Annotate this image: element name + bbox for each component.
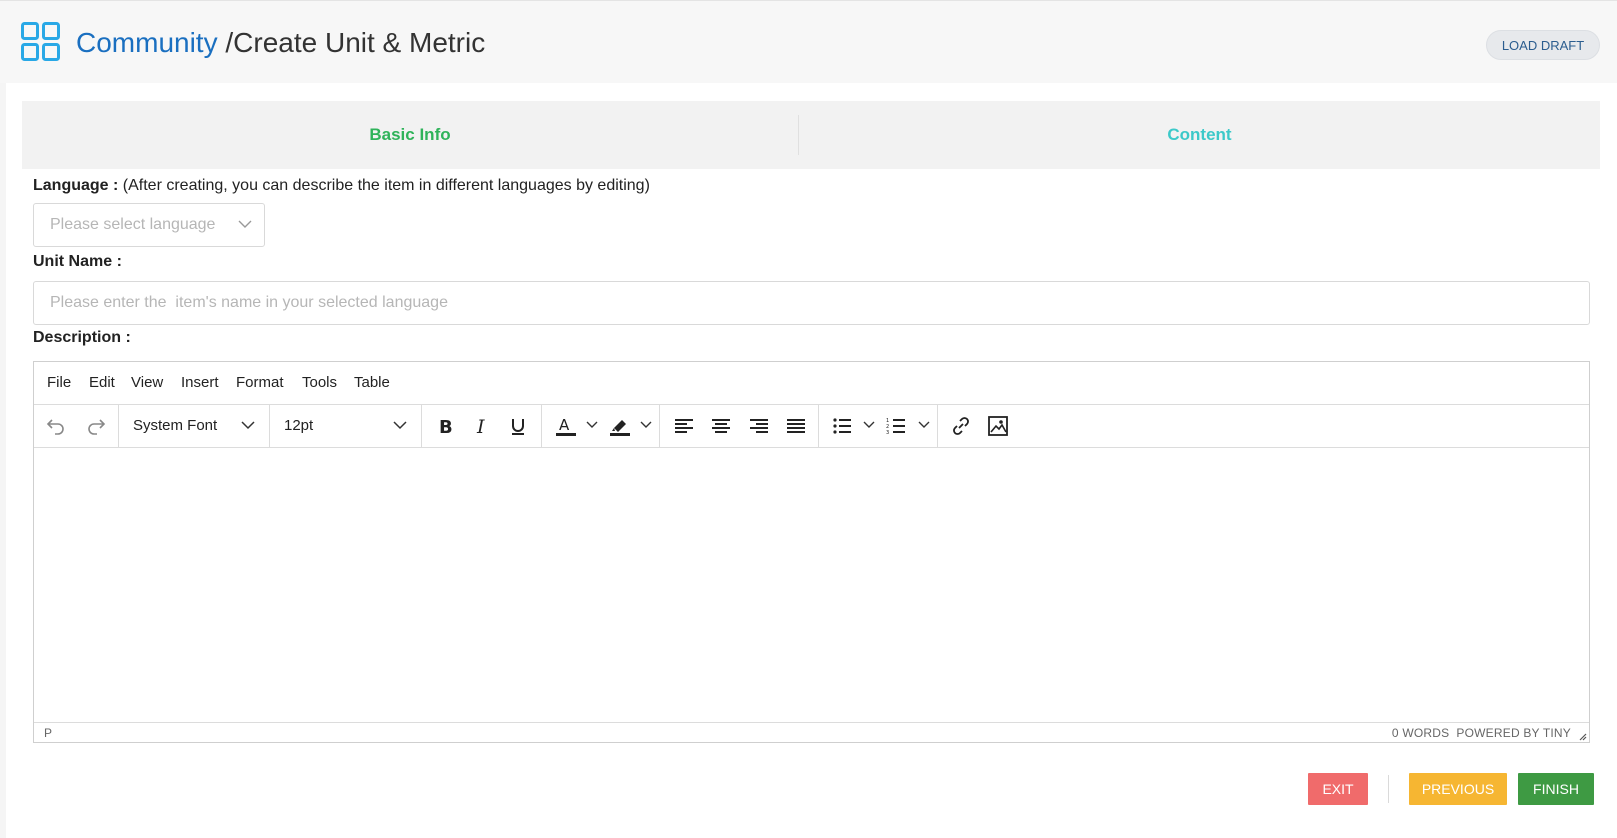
chevron-down-icon [393, 421, 407, 430]
language-hint: (After creating, you can describe the it… [118, 177, 650, 194]
chevron-down-icon[interactable] [586, 420, 598, 429]
step-tabs: Basic Info Content [22, 101, 1600, 169]
exit-button[interactable]: EXIT [1308, 773, 1368, 805]
description-label: Description : [33, 329, 131, 346]
toolbar-separator [421, 404, 422, 447]
menu-format[interactable]: Format [236, 374, 284, 391]
link-icon[interactable] [947, 412, 975, 440]
word-count[interactable]: 0 WORDS [1392, 726, 1449, 740]
chevron-down-icon[interactable] [863, 420, 875, 429]
editor-toolbar: System Font 12pt B I A 1 2 3 [34, 404, 1589, 448]
svg-text:I: I [476, 416, 485, 436]
toolbar-separator [818, 404, 819, 447]
editor-content-area[interactable] [34, 448, 1589, 724]
unit-name-label-row: Unit Name : [33, 253, 122, 271]
chevron-down-icon[interactable] [918, 420, 930, 429]
breadcrumb-community[interactable]: Community [76, 27, 218, 58]
resize-handle-icon[interactable] [1577, 731, 1587, 741]
menu-view[interactable]: View [131, 374, 163, 391]
menu-edit[interactable]: Edit [89, 374, 115, 391]
previous-button[interactable]: PREVIOUS [1409, 773, 1507, 805]
element-path[interactable]: P [44, 726, 52, 740]
align-right-icon[interactable] [745, 412, 773, 440]
chevron-down-icon [238, 220, 252, 228]
numbered-list-icon[interactable]: 123 [882, 412, 910, 440]
font-size-value: 12pt [284, 417, 314, 434]
breadcrumb-separator: / [217, 27, 234, 58]
chevron-down-icon[interactable] [640, 420, 652, 429]
font-size-select[interactable]: 12pt [270, 404, 421, 447]
language-label-row: Language : (After creating, you can desc… [33, 177, 650, 195]
svg-text:3: 3 [886, 430, 889, 435]
load-draft-button[interactable]: LOAD DRAFT [1486, 30, 1600, 60]
top-header: Community /Create Unit & Metric LOAD DRA… [0, 0, 1617, 83]
editor-statusbar: P 0 WORDS POWERED BY TINY [34, 722, 1589, 742]
toolbar-separator [659, 404, 660, 447]
page-title: Community /Create Unit & Metric [76, 25, 485, 61]
language-label: Language : [33, 177, 119, 194]
language-placeholder: Please select language [50, 216, 216, 233]
editor-menubar: File Edit View Insert Format Tools Table [34, 362, 1589, 405]
description-label-row: Description : [33, 329, 131, 347]
underline-icon[interactable] [504, 412, 532, 440]
highlight-icon[interactable] [606, 412, 634, 440]
toolbar-separator [541, 404, 542, 447]
undo-icon[interactable] [42, 412, 70, 440]
form-panel: Basic Info Content Language : (After cre… [6, 83, 1617, 838]
bullet-list-icon[interactable] [828, 412, 856, 440]
align-left-icon[interactable] [670, 412, 698, 440]
menu-insert[interactable]: Insert [181, 374, 219, 391]
unit-name-placeholder: Please enter the item's name in your sel… [50, 294, 448, 311]
powered-by-tiny[interactable]: POWERED BY TINY [1456, 726, 1571, 740]
italic-icon[interactable]: I [468, 412, 496, 440]
grid-logo-icon [21, 22, 60, 61]
svg-text:A: A [559, 416, 570, 434]
align-justify-icon[interactable] [782, 412, 810, 440]
button-divider [1388, 775, 1389, 803]
text-color-icon[interactable]: A [552, 412, 580, 440]
tab-content[interactable]: Content [799, 101, 1600, 169]
unit-name-label: Unit Name : [33, 253, 122, 270]
status-info: 0 WORDS POWERED BY TINY [1392, 726, 1571, 740]
menu-tools[interactable]: Tools [302, 374, 337, 391]
unit-name-input[interactable]: Please enter the item's name in your sel… [33, 281, 1590, 325]
image-icon[interactable] [984, 412, 1012, 440]
align-center-icon[interactable] [707, 412, 735, 440]
toolbar-separator [937, 404, 938, 447]
redo-icon[interactable] [82, 412, 110, 440]
bold-icon[interactable]: B [431, 412, 459, 440]
breadcrumb-current: Create Unit & Metric [233, 27, 486, 58]
finish-button[interactable]: FINISH [1518, 773, 1594, 805]
rich-text-editor: File Edit View Insert Format Tools Table… [33, 361, 1590, 743]
chevron-down-icon [241, 421, 255, 430]
tab-basic-info[interactable]: Basic Info [22, 101, 798, 169]
svg-text:B: B [439, 417, 453, 436]
menu-table[interactable]: Table [354, 374, 390, 391]
menu-file[interactable]: File [47, 374, 71, 391]
language-select[interactable]: Please select language [33, 203, 265, 247]
font-family-select[interactable]: System Font [119, 404, 269, 447]
font-family-value: System Font [133, 417, 218, 434]
